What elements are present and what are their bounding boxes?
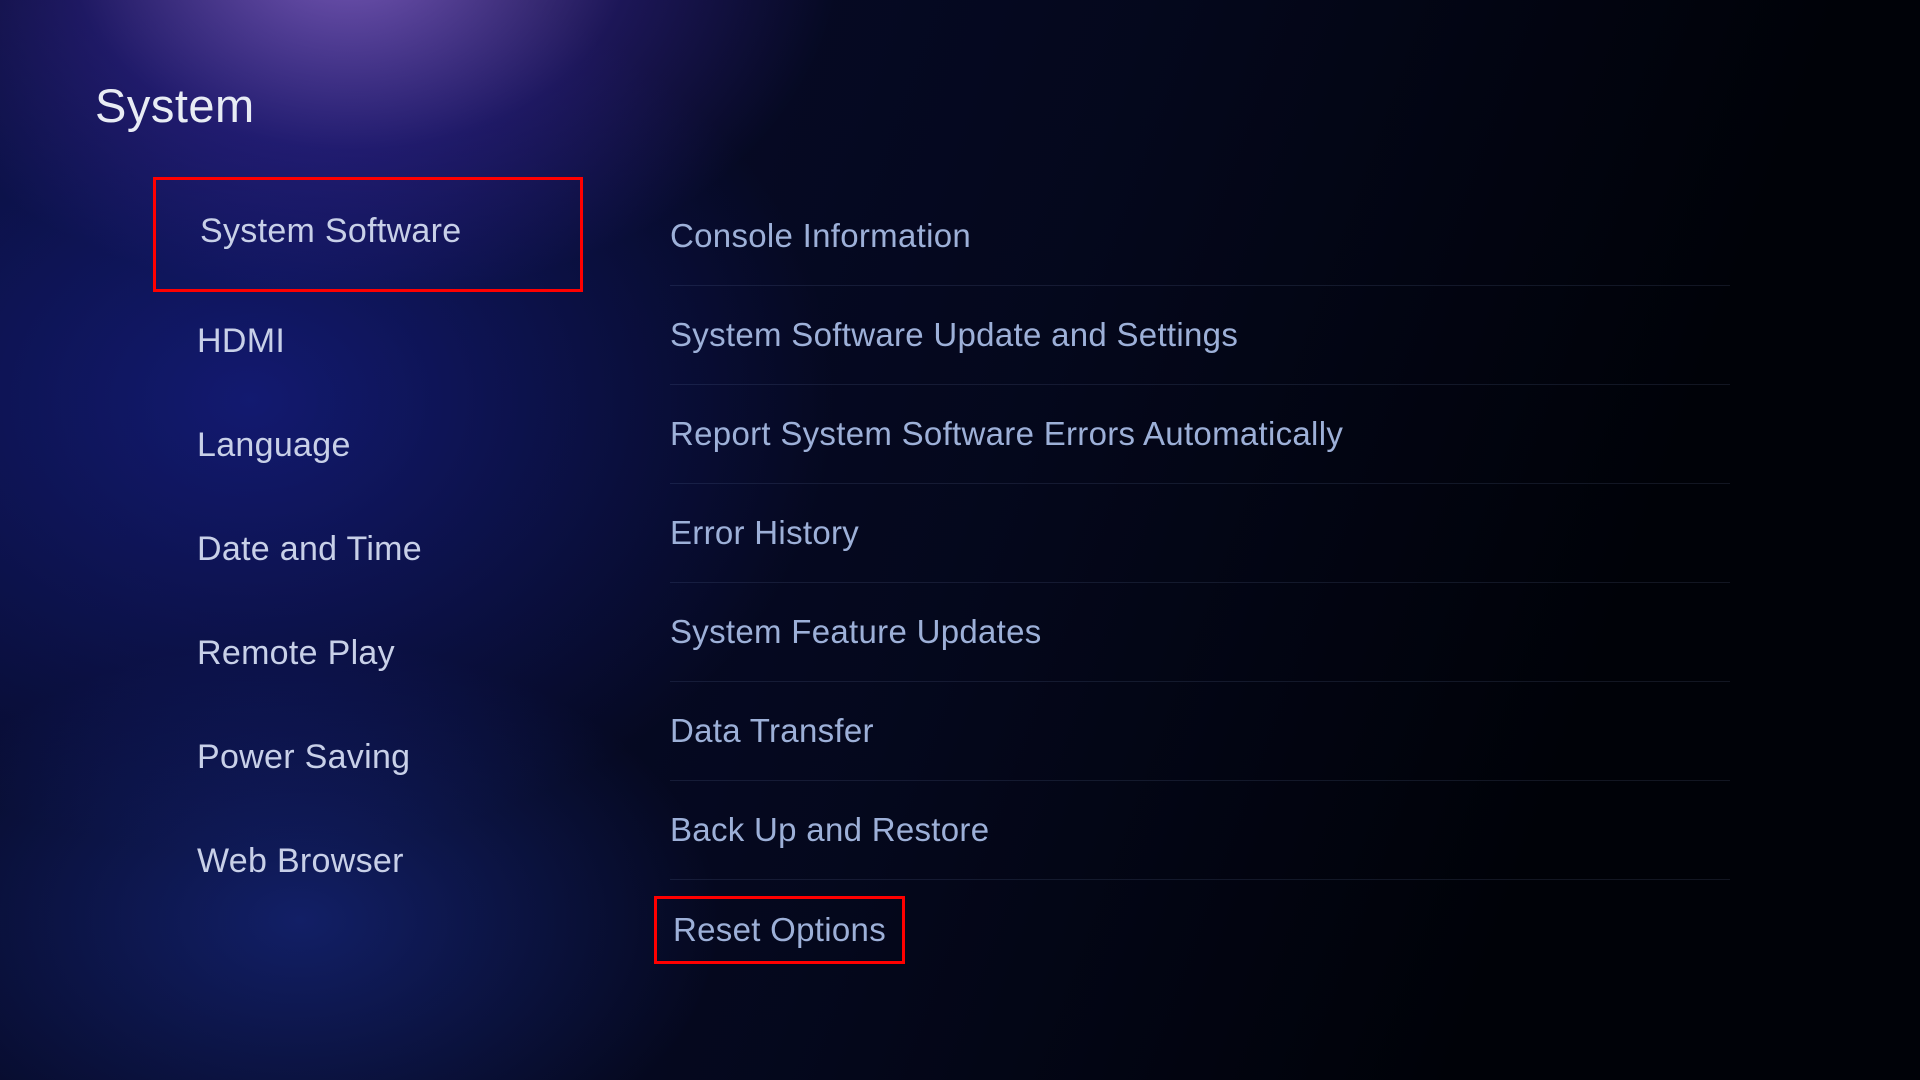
main-item-system-feature-updates[interactable]: System Feature Updates	[670, 583, 1730, 682]
main-item-back-up-restore[interactable]: Back Up and Restore	[670, 781, 1730, 880]
sidebar-item-system-software[interactable]: System Software	[153, 177, 583, 292]
main-item-console-information[interactable]: Console Information	[670, 187, 1730, 286]
main-item-label: Error History	[670, 514, 859, 552]
main-item-data-transfer[interactable]: Data Transfer	[670, 682, 1730, 781]
main-item-label-wrap: Error History	[654, 499, 875, 567]
sidebar-item-remote-play[interactable]: Remote Play	[153, 601, 583, 705]
sidebar-item-label: Language	[197, 426, 351, 465]
main-item-report-errors[interactable]: Report System Software Errors Automatica…	[670, 385, 1730, 484]
main-item-label: Back Up and Restore	[670, 811, 989, 849]
main-item-label: Data Transfer	[670, 712, 874, 750]
sidebar-item-language[interactable]: Language	[153, 393, 583, 497]
sidebar-item-date-and-time[interactable]: Date and Time	[153, 497, 583, 601]
main-item-label-wrap: System Feature Updates	[654, 598, 1058, 666]
main-item-label: Report System Software Errors Automatica…	[670, 415, 1343, 453]
main-item-system-software-update[interactable]: System Software Update and Settings	[670, 286, 1730, 385]
settings-sidebar: System Software HDMI Language Date and T…	[153, 177, 583, 913]
main-item-label-wrap: Reset Options	[654, 896, 905, 964]
main-item-label-wrap: Back Up and Restore	[654, 796, 1005, 864]
sidebar-item-label: System Software	[200, 212, 461, 251]
sidebar-item-hdmi[interactable]: HDMI	[153, 289, 583, 393]
settings-main-list: Console Information System Software Upda…	[670, 187, 1730, 979]
sidebar-item-power-saving[interactable]: Power Saving	[153, 705, 583, 809]
main-item-label: Console Information	[670, 217, 971, 255]
sidebar-item-label: Power Saving	[197, 738, 410, 777]
sidebar-item-web-browser[interactable]: Web Browser	[153, 809, 583, 913]
main-item-label-wrap: System Software Update and Settings	[654, 301, 1254, 369]
sidebar-item-label: Web Browser	[197, 842, 404, 881]
main-item-label-wrap: Report System Software Errors Automatica…	[654, 400, 1359, 468]
main-item-label-wrap: Data Transfer	[654, 697, 890, 765]
page-title: System	[95, 78, 255, 133]
main-item-error-history[interactable]: Error History	[670, 484, 1730, 583]
main-item-label: System Software Update and Settings	[670, 316, 1238, 354]
sidebar-item-label: Remote Play	[197, 634, 395, 673]
main-item-label-wrap: Console Information	[654, 202, 987, 270]
sidebar-item-label: HDMI	[197, 322, 285, 361]
main-item-label: System Feature Updates	[670, 613, 1042, 651]
sidebar-item-label: Date and Time	[197, 530, 422, 569]
main-item-label: Reset Options	[673, 911, 886, 949]
main-item-reset-options[interactable]: Reset Options	[670, 880, 1730, 979]
